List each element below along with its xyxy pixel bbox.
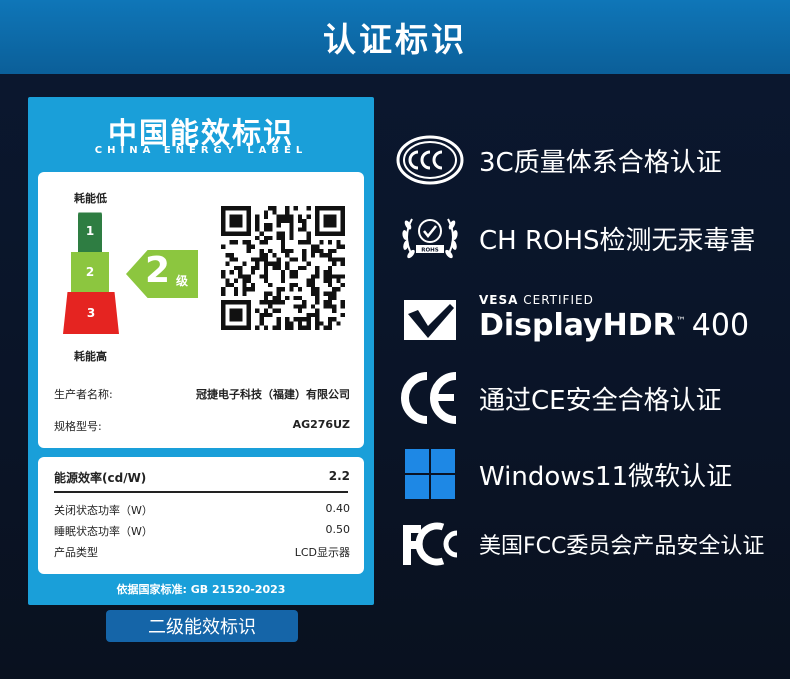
manufacturer-value: 冠捷电子科技（福建）有限公司 — [196, 388, 350, 401]
grade-bar-1: 1 — [78, 212, 102, 252]
energy-grade-caption: 二级能效标识 — [106, 610, 298, 642]
grade-high-label: 耗能高 — [74, 350, 107, 363]
energy-label-card: 中国能效标识 CHINA ENERGY LABEL 耗能低 1 2 3 耗能高 … — [28, 97, 374, 605]
grade-low-label: 耗能低 — [74, 192, 107, 205]
energy-spec-panel: 能源效率(cd/W) 2.2 关闭状态功率（W） 0.40 睡眠状态功率（W） … — [38, 457, 364, 574]
standard-footer: 依据国家标准: GB 21520-2023 — [116, 583, 286, 596]
current-grade-number: 2 — [145, 250, 171, 291]
cert-row-rohs: ROHS CH ROHS检测无汞毒害 — [395, 208, 756, 268]
header-bar: 认证标识 — [0, 0, 790, 74]
vesa-displayhdr-label: DisplayHDR™ 400 — [479, 308, 750, 343]
cert-text-ccc: 3C质量体系合格认证 — [479, 147, 722, 178]
page-title: 认证标识 — [323, 20, 467, 59]
efficiency-value: 2.2 — [328, 469, 350, 483]
current-grade-unit: 级 — [176, 274, 189, 288]
cert-row-ce: 通过CE安全合格认证 — [395, 368, 722, 428]
ccc-icon — [395, 130, 465, 190]
efficiency-row: 能源效率(cd/W) 2.2 — [54, 469, 350, 486]
energy-grade-panel: 耗能低 1 2 3 耗能高 2 级 生产者名称: 冠捷电子科技（福建）有限公司 … — [38, 172, 364, 448]
grade-bar-3: 3 — [63, 292, 119, 334]
grade-bar-2: 2 — [71, 252, 109, 292]
vesa-icon — [395, 290, 465, 350]
rohs-icon: ROHS — [395, 208, 465, 268]
model-value: AG276UZ — [292, 418, 350, 431]
sleep-power-value: 0.50 — [325, 523, 351, 536]
cert-row-ccc: 3C质量体系合格认证 — [395, 130, 722, 190]
off-power-value: 0.40 — [325, 502, 351, 515]
manufacturer-row: 生产者名称: 冠捷电子科技（福建）有限公司 — [54, 386, 350, 402]
spec-divider — [54, 491, 348, 493]
cert-text-ce: 通过CE安全合格认证 — [479, 385, 722, 416]
svg-text:ROHS: ROHS — [421, 248, 439, 254]
off-power-row: 关闭状态功率（W） 0.40 — [54, 502, 350, 518]
ce-icon — [395, 368, 465, 428]
cert-text-windows: Windows11微软认证 — [479, 461, 733, 492]
cert-row-windows: Windows11微软认证 — [395, 444, 732, 504]
product-type-value: LCD显示器 — [294, 546, 350, 559]
model-label: 规格型号: — [54, 420, 102, 433]
windows-icon — [395, 444, 465, 504]
manufacturer-label: 生产者名称: — [54, 388, 113, 401]
off-power-label: 关闭状态功率（W） — [54, 504, 153, 517]
sleep-power-row: 睡眠状态功率（W） 0.50 — [54, 523, 350, 539]
product-type-label: 产品类型 — [54, 546, 98, 559]
efficiency-label: 能源效率(cd/W) — [54, 471, 147, 485]
product-type-row: 产品类型 LCD显示器 — [54, 544, 350, 560]
energy-label-subtitle: CHINA ENERGY LABEL — [94, 145, 308, 156]
sleep-power-label: 睡眠状态功率（W） — [54, 525, 153, 538]
cert-text-rohs: CH ROHS检测无汞毒害 — [479, 225, 756, 256]
fcc-icon — [395, 514, 465, 574]
cert-row-vesa: VESA CERTIFIED DisplayHDR™ 400 — [395, 290, 759, 350]
cert-row-fcc: 美国FCC委员会产品安全认证 — [395, 514, 764, 574]
vesa-certified-label: VESA CERTIFIED — [479, 293, 594, 307]
qr-code-icon — [221, 206, 345, 330]
model-row: 规格型号: AG276UZ — [54, 418, 350, 434]
cert-text-fcc: 美国FCC委员会产品安全认证 — [479, 534, 765, 559]
vesa-displayhdr-block: VESA CERTIFIED DisplayHDR™ 400 — [479, 290, 759, 350]
